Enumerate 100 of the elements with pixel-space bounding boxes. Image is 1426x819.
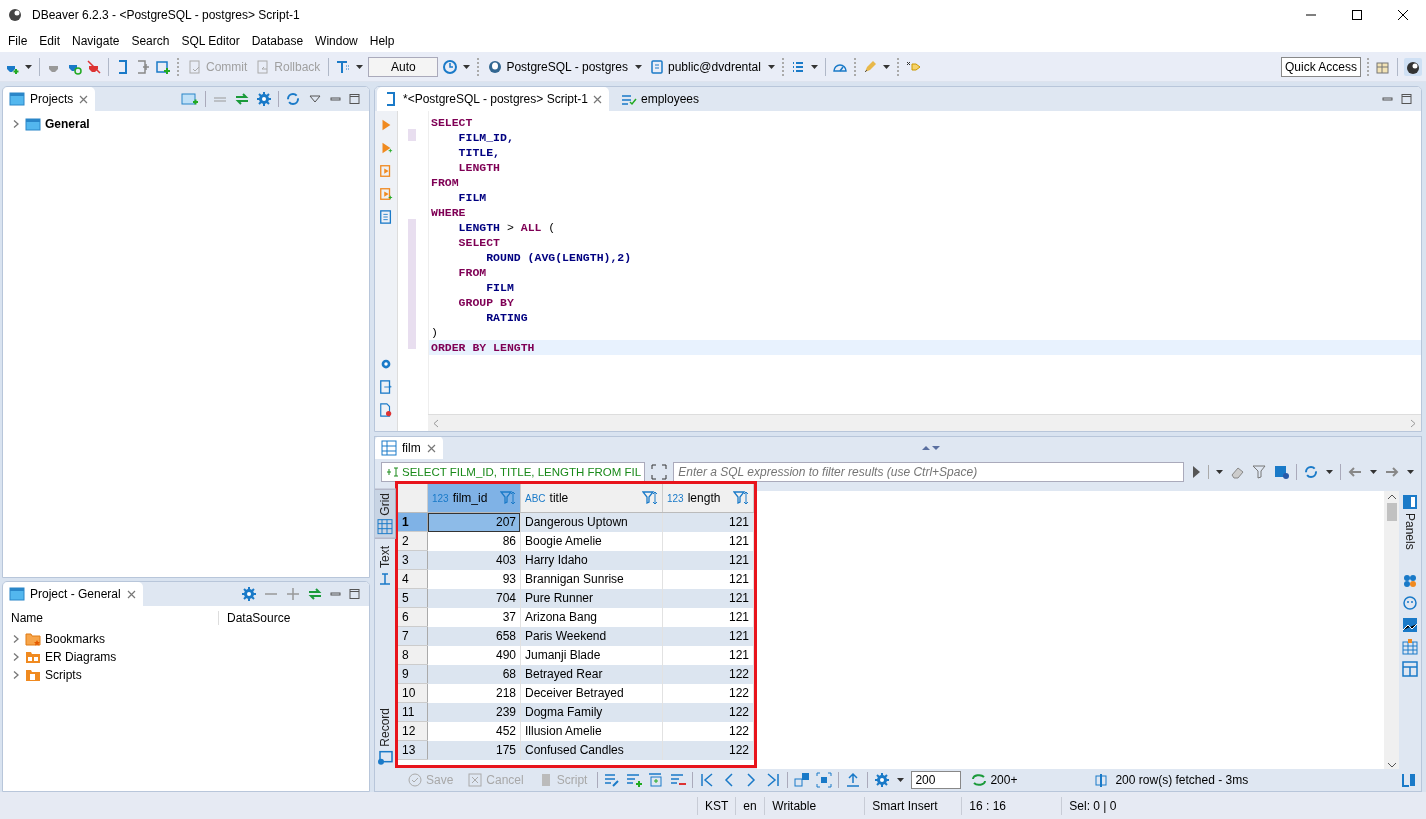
text-cursor-icon[interactable] <box>385 465 399 479</box>
dropdown-caret-icon[interactable] <box>355 62 365 71</box>
maximize-window-icon[interactable] <box>1351 9 1363 21</box>
format-icon[interactable] <box>335 58 352 75</box>
edit-row-icon[interactable] <box>604 772 621 788</box>
panel-icon[interactable] <box>9 586 25 602</box>
plug-disconnect-icon[interactable] <box>86 58 102 75</box>
grid-icon[interactable] <box>377 518 393 535</box>
transaction-mode-button[interactable]: Auto <box>368 56 439 77</box>
apply-filter-icon[interactable] <box>1190 464 1202 480</box>
schema-icon[interactable] <box>649 58 665 75</box>
menu-item[interactable]: Edit <box>33 32 67 50</box>
filter-sort-icon[interactable] <box>500 490 516 506</box>
refresh-icon[interactable] <box>971 772 988 788</box>
scroll-down-icon[interactable] <box>1386 761 1397 769</box>
close-icon[interactable] <box>425 442 437 454</box>
new-project-icon[interactable] <box>181 91 199 107</box>
filter-icon[interactable] <box>1252 464 1268 480</box>
explain-plan-icon[interactable] <box>379 209 393 225</box>
text-view-icon[interactable] <box>377 570 393 587</box>
dropdown-caret-icon[interactable] <box>1215 468 1224 476</box>
column-header[interactable]: DataSource <box>219 611 291 625</box>
column-header[interactable]: 123 length <box>662 484 754 513</box>
bookmark-folder-icon[interactable] <box>25 631 41 647</box>
fit-icon[interactable] <box>816 772 833 788</box>
panels-toggle-icon[interactable] <box>1401 772 1417 788</box>
menu-item[interactable]: Search <box>125 32 176 50</box>
view-tab[interactable]: Record <box>375 705 395 769</box>
layout-icon[interactable] <box>1402 660 1418 677</box>
schema-selector[interactable]: public@dvdrental <box>647 57 763 76</box>
connection-selector[interactable]: PostgreSQL - postgres <box>485 57 630 76</box>
view-tab[interactable]: Grid <box>375 489 396 539</box>
scrollbar-thumb[interactable] <box>1386 503 1397 521</box>
close-window-icon[interactable] <box>1397 9 1409 21</box>
tree-item[interactable]: Bookmarks <box>45 632 106 646</box>
link-icon[interactable] <box>234 91 250 107</box>
diagram-folder-icon[interactable] <box>25 649 41 665</box>
filter-sort-icon[interactable] <box>642 490 658 506</box>
add-icon[interactable] <box>285 586 301 602</box>
column-header[interactable]: ABC title <box>520 484 663 513</box>
quick-access-field[interactable]: Quick Access <box>1280 56 1361 77</box>
expand-icon[interactable] <box>651 464 668 480</box>
dropdown-caret-icon[interactable] <box>809 62 819 71</box>
refresh-icon[interactable] <box>1303 464 1319 480</box>
maximize-icon[interactable] <box>1400 93 1413 105</box>
script-folder-icon[interactable] <box>25 667 41 683</box>
dropdown-caret-icon[interactable] <box>881 62 891 71</box>
smiley-icon[interactable] <box>1402 594 1418 611</box>
filter-sort-icon[interactable] <box>733 490 749 506</box>
editor-tab[interactable]: *<PostgreSQL - postgres> Script-1 <box>377 87 609 111</box>
delete-row-icon[interactable] <box>670 772 687 788</box>
panels-tab[interactable]: Panels <box>1400 491 1420 553</box>
close-icon[interactable] <box>78 93 90 105</box>
dropdown-caret-icon[interactable] <box>896 776 906 784</box>
app-logo-icon[interactable] <box>1404 57 1422 76</box>
add-row-icon[interactable] <box>626 772 643 788</box>
image-icon[interactable] <box>1402 616 1418 633</box>
close-icon[interactable] <box>125 588 137 600</box>
menu-item[interactable]: Help <box>363 32 401 50</box>
folder-icon[interactable] <box>25 116 41 132</box>
close-icon[interactable] <box>592 93 603 105</box>
export-icon[interactable] <box>845 772 862 788</box>
menu-item[interactable]: Navigate <box>66 32 126 50</box>
link-icon[interactable] <box>307 586 323 602</box>
filter-field[interactable]: Enter a SQL expression to filter results (use Ctrl+Space) <box>673 462 1184 482</box>
palette-icon[interactable] <box>1402 572 1418 589</box>
filter-settings-icon[interactable] <box>1274 464 1290 480</box>
record-view-icon[interactable] <box>377 750 393 766</box>
add-script-icon[interactable] <box>155 58 171 75</box>
tree-item[interactable]: ER Diagrams <box>45 650 117 664</box>
dropdown-caret-icon[interactable] <box>1369 468 1378 476</box>
drag-handle-icon[interactable] <box>920 445 941 451</box>
switch-layout-icon[interactable] <box>794 772 811 788</box>
document-icon[interactable] <box>379 402 393 418</box>
execute-script-new-tab-icon[interactable] <box>379 186 393 202</box>
new-script-icon[interactable] <box>135 58 151 75</box>
last-page-icon[interactable] <box>765 772 782 788</box>
tree-item[interactable]: General <box>45 117 90 131</box>
maximize-icon[interactable] <box>348 93 361 105</box>
scroll-left-icon[interactable] <box>432 418 440 428</box>
view-tab[interactable]: Text <box>375 542 395 590</box>
project-general-tab[interactable]: Project - General <box>3 582 143 606</box>
tree-item[interactable]: Scripts <box>45 668 82 682</box>
menu-item[interactable]: File <box>2 32 34 50</box>
execute-script-icon[interactable] <box>379 163 393 179</box>
filter-query[interactable]: SELECT FILM_ID, TITLE, LENGTH FROM FIL <box>381 462 646 482</box>
export-icon[interactable] <box>379 379 393 395</box>
grid-icon[interactable] <box>381 440 397 456</box>
copy-row-icon[interactable] <box>648 772 665 788</box>
column-header[interactable]: 123 film_id <box>427 484 521 513</box>
menu-item[interactable]: Window <box>309 32 364 50</box>
editor-tab[interactable]: employees <box>615 87 705 111</box>
app-logo-icon[interactable] <box>8 7 24 23</box>
dropdown-caret-icon[interactable] <box>1406 468 1415 476</box>
scroll-up-icon[interactable] <box>1386 493 1397 501</box>
dropdown-caret-icon[interactable] <box>1325 468 1334 476</box>
dropdown-caret-icon[interactable] <box>24 62 33 71</box>
panels-icon[interactable] <box>1402 494 1418 510</box>
fetch-status-icon[interactable] <box>1093 772 1110 788</box>
dropdown-caret-icon[interactable] <box>766 62 776 71</box>
